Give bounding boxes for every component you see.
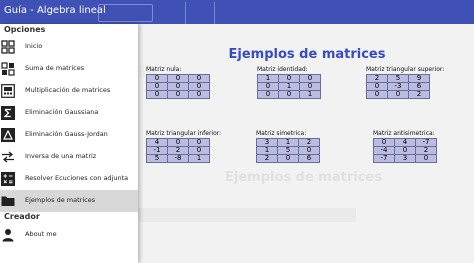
- nav-item-about-me[interactable]: About me: [0, 224, 138, 246]
- nav-item-multiplicacion[interactable]: Multiplicación de matrices: [0, 80, 138, 102]
- person-icon: [1, 228, 15, 242]
- swap-arrows-icon: [1, 150, 15, 164]
- app-bar: Guía - Algebra lineal: [0, 0, 474, 24]
- nav-item-label: Eliminación Gaussiana: [25, 108, 99, 116]
- nav-item-resolver-ecuaciones[interactable]: Resolver Ecuciones con adjunta: [0, 168, 138, 190]
- app-root: Guía - Algebra lineal ░░░░░░░░ Ejemplos …: [0, 0, 474, 263]
- app-title: Guía - Algebra lineal: [4, 5, 106, 16]
- triangle-icon: [1, 128, 15, 142]
- navigation-drawer: Opciones Inicio Suma de matrices Multipl…: [0, 24, 138, 263]
- nav-item-gauss-jordan[interactable]: Eliminación Gauss-Jordan: [0, 124, 138, 146]
- nav-item-label: Inversa de una matriz: [25, 152, 97, 160]
- calculator-icon: [1, 172, 15, 186]
- plus-squares-icon: [1, 62, 15, 76]
- nav-item-label: Suma de matrices: [25, 64, 85, 72]
- background-tab-ghost: [185, 2, 215, 24]
- folder-icon: [1, 194, 15, 208]
- grid-icon: [1, 40, 15, 54]
- nav-item-eliminacion-gaussiana[interactable]: Eliminación Gaussiana: [0, 102, 138, 124]
- nav-item-label: Ejemplos de matrices: [25, 196, 96, 204]
- matrix-calc-icon: [1, 84, 15, 98]
- nav-item-ejemplos-de-matrices[interactable]: Ejemplos de matrices: [0, 190, 138, 212]
- background-tab-ghost: [98, 4, 153, 22]
- nav-item-label: Eliminación Gauss-Jordan: [25, 130, 108, 138]
- section-header-options: Opciones: [4, 25, 46, 34]
- sigma-icon: [1, 106, 15, 120]
- nav-item-label: Multiplicación de matrices: [25, 86, 111, 94]
- nav-item-label: Inicio: [25, 42, 43, 50]
- nav-item-inicio[interactable]: Inicio: [0, 36, 138, 58]
- nav-item-label: About me: [25, 230, 57, 238]
- section-header-creator: Creador: [4, 212, 40, 221]
- drawer-scrim[interactable]: [138, 24, 474, 263]
- nav-item-label: Resolver Ecuciones con adjunta: [25, 174, 129, 182]
- nav-item-suma-de-matrices[interactable]: Suma de matrices: [0, 58, 138, 80]
- nav-item-inversa[interactable]: Inversa de una matriz: [0, 146, 138, 168]
